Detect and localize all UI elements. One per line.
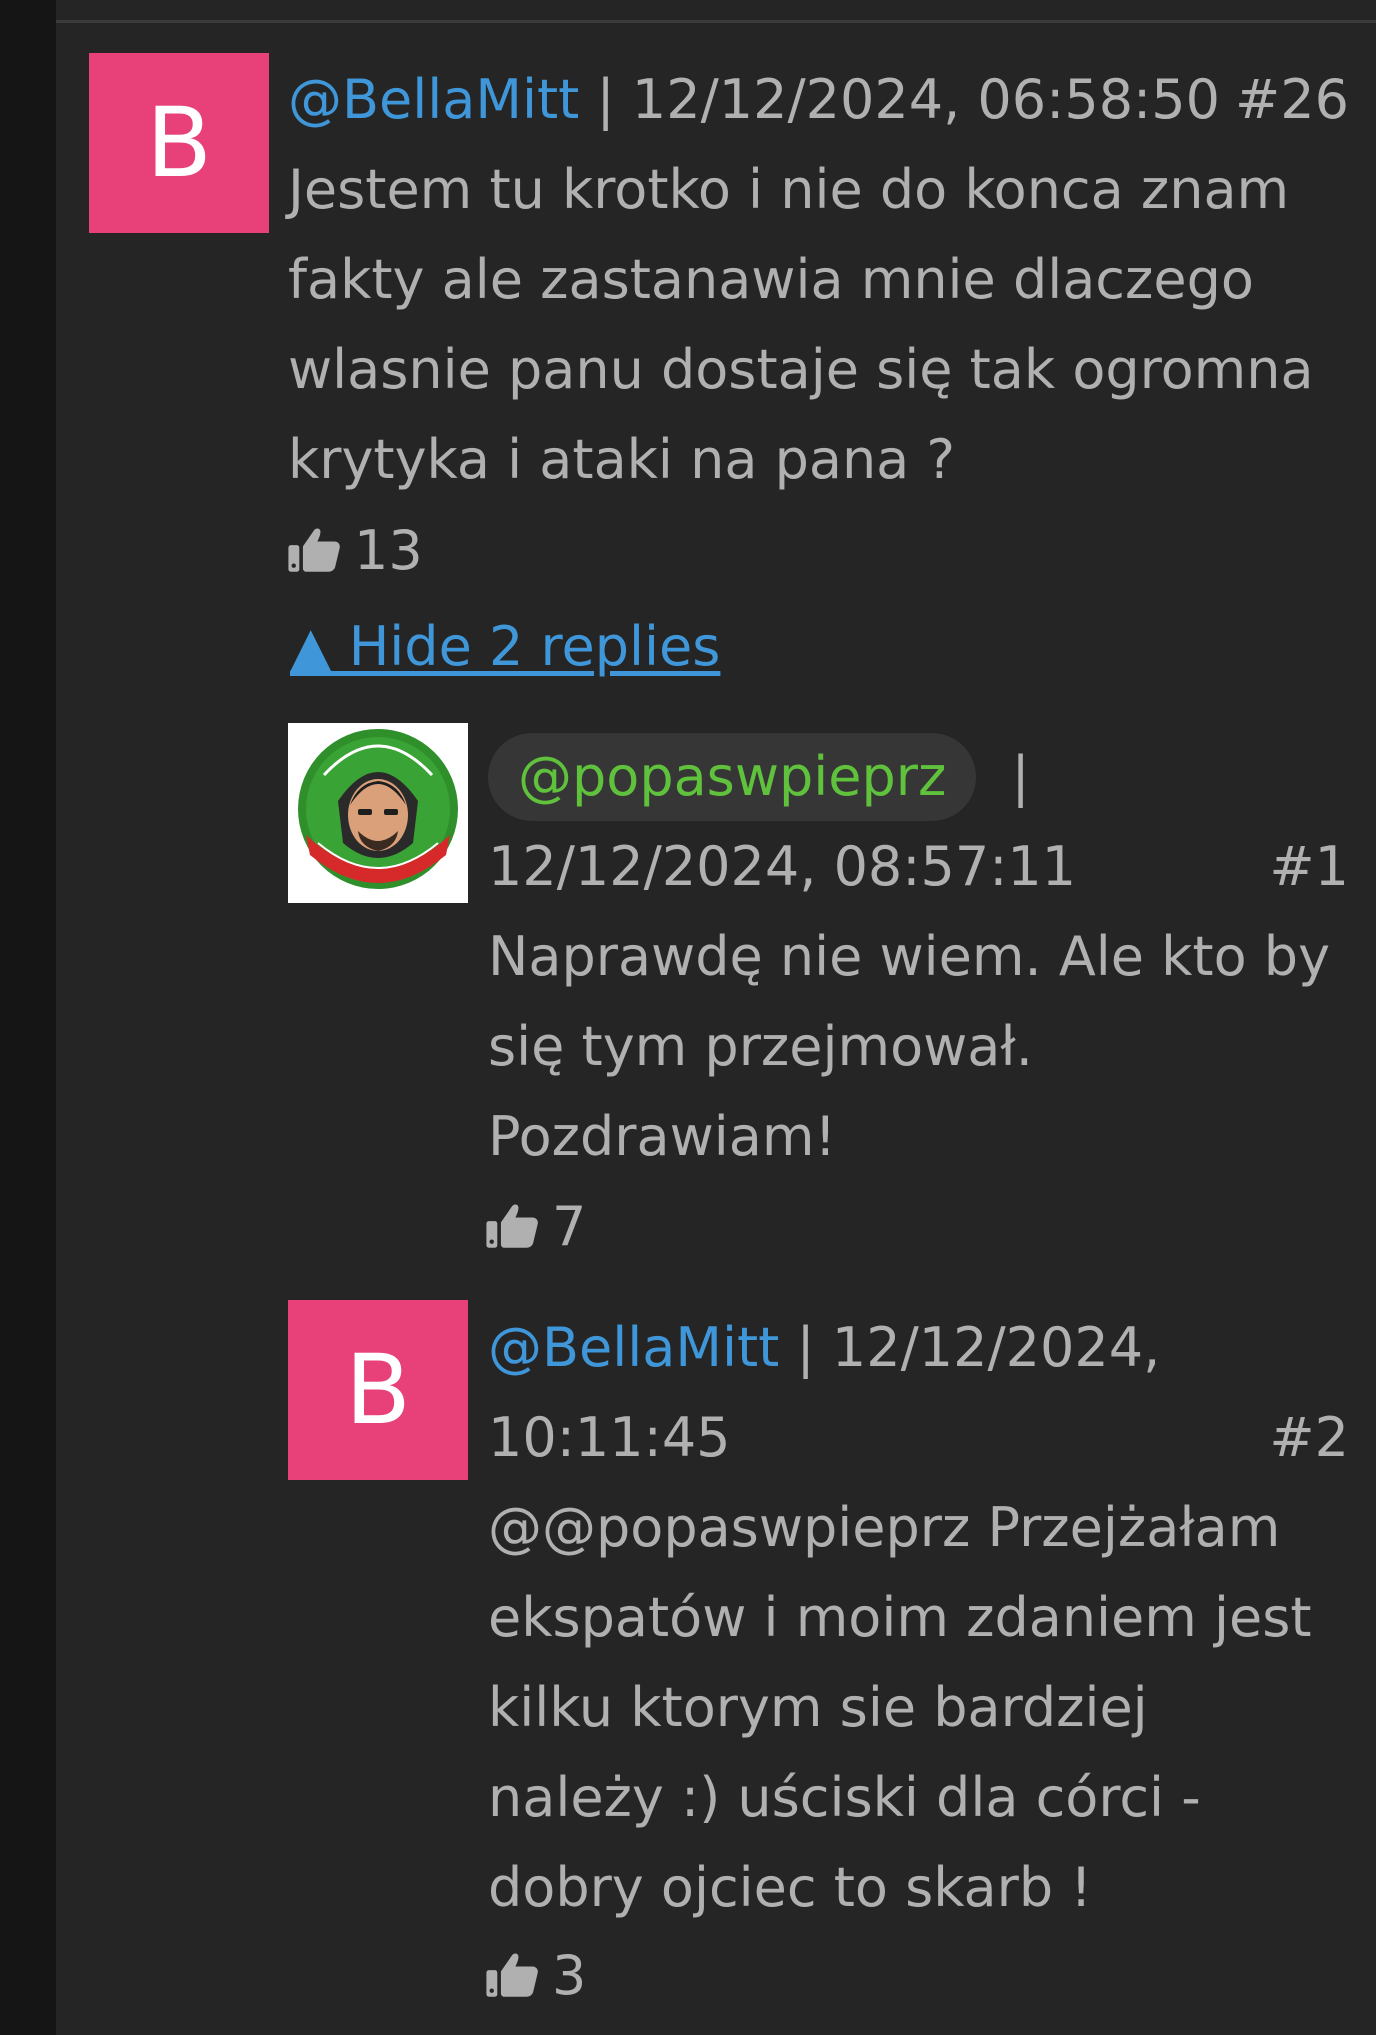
comment-meta: @popaswpieprz |	[488, 732, 1030, 822]
channel-logo	[288, 723, 468, 903]
comment-number[interactable]: #2	[1269, 1393, 1349, 1483]
like-count: 13	[354, 518, 423, 582]
comment-line: Jestem tu krotko i nie do konca znam	[288, 158, 1290, 221]
comment-body: Jestem tu krotko i nie do konca znam fak…	[288, 145, 1314, 505]
timestamp: 12/12/2024, 08:57:11	[488, 835, 1077, 898]
thumbs-up-icon	[288, 528, 340, 572]
avatar-letter: B	[146, 87, 212, 199]
thumbs-up-icon	[486, 1204, 538, 1248]
left-gutter	[0, 0, 56, 2035]
comment-line: kilku ktorym sie bardziej	[488, 1676, 1148, 1739]
op-username-badge[interactable]: @popaswpieprz	[488, 733, 977, 821]
timestamp-time: 10:11:45	[488, 1406, 731, 1469]
like-count: 7	[552, 1194, 587, 1258]
comment-line: krytyka i ataki na pana ?	[288, 428, 956, 491]
thumbs-up-icon	[486, 1953, 538, 1997]
comment-line: dobry ojciec to skarb !	[488, 1856, 1092, 1919]
meta-separator: |	[596, 68, 615, 131]
comment-line: się tym przejmował.	[488, 1015, 1033, 1078]
avatar[interactable]	[288, 723, 468, 903]
comment-line: @@popaswpieprz Przejżałam	[488, 1496, 1281, 1559]
comment-body: @@popaswpieprz Przejżałam ekspatów i moi…	[488, 1483, 1312, 1933]
comment-meta: @BellaMitt | 12/12/2024,	[488, 1303, 1160, 1393]
like-button[interactable]: 7	[484, 1181, 586, 1271]
like-button[interactable]: 13	[286, 505, 423, 595]
like-count: 3	[552, 1943, 587, 2007]
avatar-letter: B	[345, 1334, 411, 1446]
avatar[interactable]: B	[288, 1300, 468, 1480]
meta-separator: |	[796, 1316, 815, 1379]
comment-body: Naprawdę nie wiem. Ale kto by się tym pr…	[488, 912, 1330, 1182]
meta-separator: |	[1011, 745, 1030, 808]
comment-line: należy :) uściski dla córci -	[488, 1766, 1201, 1829]
comment-number[interactable]: #1	[1269, 822, 1349, 912]
timestamp-date: 12/12/2024,	[831, 1316, 1161, 1379]
comment-line: ekspatów i moim zdaniem jest	[488, 1586, 1312, 1649]
comment-meta: @BellaMitt | 12/12/2024, 06:58:50	[288, 55, 1220, 145]
username-link[interactable]: @BellaMitt	[288, 68, 579, 131]
comment-line: fakty ale zastanawia mnie dlaczego	[288, 248, 1254, 311]
comment-line: Naprawdę nie wiem. Ale kto by	[488, 925, 1331, 988]
divider	[56, 20, 1376, 23]
comment-line: wlasnie panu dostaje się tak ogromna	[288, 338, 1314, 401]
avatar[interactable]: B	[89, 53, 269, 233]
username-link[interactable]: @BellaMitt	[488, 1316, 779, 1379]
comment-line: Pozdrawiam!	[488, 1105, 837, 1168]
like-button[interactable]: 3	[484, 1930, 586, 2020]
timestamp: 12/12/2024, 06:58:50	[631, 68, 1220, 131]
hide-replies-link[interactable]: ▲ Hide 2 replies	[290, 602, 720, 692]
comment-number[interactable]: #26	[1235, 55, 1349, 145]
